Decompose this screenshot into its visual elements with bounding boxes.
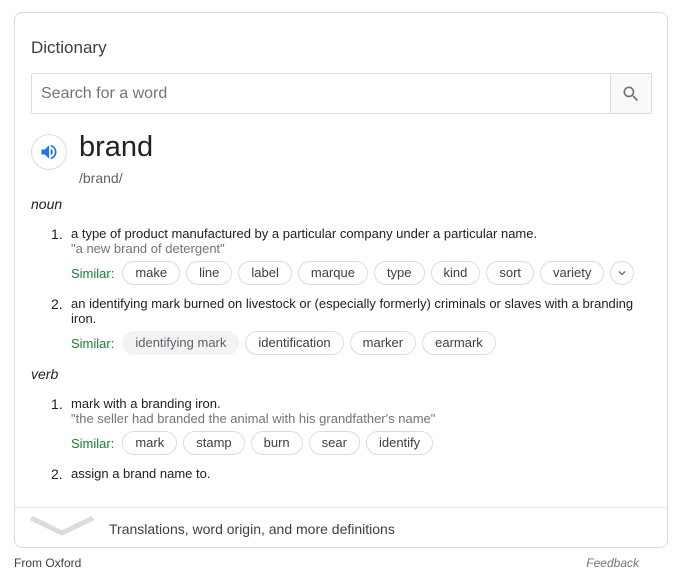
synonym-chip[interactable]: sear — [308, 431, 360, 455]
definition-text: an identifying mark burned on livestock … — [71, 296, 634, 326]
more-definitions-label: Translations, word origin, and more defi… — [109, 521, 395, 537]
similar-words-row: Similar: identifying mark identification… — [71, 331, 502, 355]
definition-number: 2. — [51, 296, 63, 312]
chevron-down-icon — [618, 271, 626, 276]
phonetic: /brand/ — [79, 170, 123, 186]
card-title: Dictionary — [31, 38, 107, 57]
definition-text: mark with a branding iron. — [71, 396, 221, 411]
definition-text: assign a brand name to. — [71, 466, 211, 481]
similar-words-row: Similar: mark stamp burn sear identify — [71, 431, 439, 455]
usage-example: "a new brand of detergent" — [71, 241, 225, 256]
similar-label: Similar: — [71, 265, 115, 281]
synonym-chip[interactable]: variety — [540, 261, 605, 285]
synonym-chip[interactable]: line — [186, 261, 233, 285]
synonym-chip[interactable]: mark — [122, 431, 178, 455]
definition-number: 1. — [51, 396, 63, 412]
similar-label: Similar: — [71, 435, 115, 451]
definition-number: 1. — [51, 226, 63, 242]
similar-words-row: Similar: make line label marque type kin… — [71, 261, 635, 285]
synonym-chip[interactable]: identify — [365, 431, 434, 455]
definition-number: 2. — [51, 466, 63, 482]
search-icon — [623, 86, 639, 101]
synonym-chip[interactable]: marque — [297, 261, 368, 285]
feedback-link[interactable]: Feedback — [586, 556, 639, 570]
synonym-chip[interactable]: identifying mark — [122, 331, 240, 355]
search-button[interactable] — [610, 74, 651, 113]
expand-synonyms-button[interactable] — [610, 261, 635, 285]
synonym-chip[interactable]: stamp — [183, 431, 245, 455]
chevron-down-icon — [29, 516, 95, 536]
synonym-chip[interactable]: burn — [250, 431, 303, 455]
speaker-icon — [41, 144, 57, 160]
synonym-chip[interactable]: kind — [430, 261, 481, 285]
synonym-chip[interactable]: marker — [349, 331, 417, 355]
synonym-chip[interactable]: earmark — [422, 331, 496, 355]
part-of-speech-verb: verb — [31, 366, 59, 382]
pronounce-button[interactable] — [31, 134, 67, 170]
headword: brand — [79, 131, 154, 163]
source-attribution: From Oxford — [14, 556, 82, 570]
similar-label: Similar: — [71, 335, 115, 351]
synonym-chip[interactable]: identification — [245, 331, 344, 355]
synonym-chip[interactable]: type — [373, 261, 425, 285]
synonym-chip[interactable]: sort — [486, 261, 535, 285]
usage-example: "the seller had branded the animal with … — [71, 411, 436, 426]
definition-text: a type of product manufactured by a part… — [71, 226, 538, 241]
dictionary-card: Dictionary brand /brand/ noun 1. a type … — [14, 12, 668, 548]
more-definitions-link[interactable]: Translations, word origin, and more defi… — [15, 507, 667, 547]
synonym-chip[interactable]: make — [122, 261, 181, 285]
search-input[interactable] — [32, 74, 610, 113]
part-of-speech-noun: noun — [31, 196, 63, 212]
search-box — [31, 73, 652, 114]
synonym-chip[interactable]: label — [238, 261, 292, 285]
